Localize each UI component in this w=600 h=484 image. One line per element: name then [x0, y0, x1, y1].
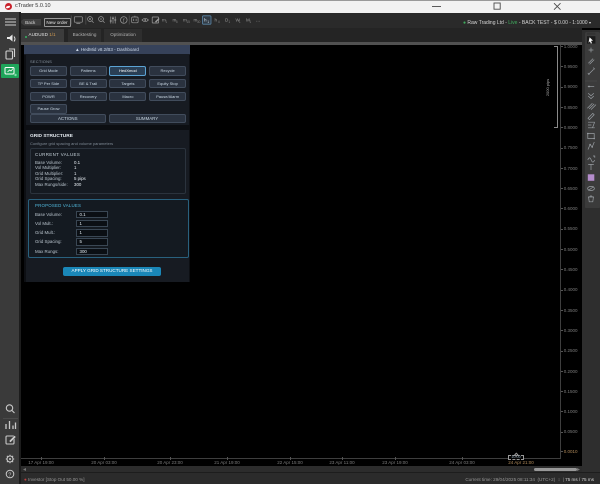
svg-text:1: 1 — [207, 20, 209, 24]
svg-text:30: 30 — [197, 20, 201, 24]
svg-text:1: 1 — [249, 20, 251, 24]
svg-text:5: 5 — [176, 20, 178, 24]
svg-text:1: 1 — [165, 20, 167, 24]
svg-text:4: 4 — [218, 20, 220, 24]
svg-text:15: 15 — [186, 20, 190, 24]
svg-text:...: ... — [256, 18, 260, 24]
svg-text:?: ? — [8, 472, 11, 478]
svg-text:1: 1 — [239, 20, 241, 24]
svg-text:1: 1 — [228, 20, 230, 24]
